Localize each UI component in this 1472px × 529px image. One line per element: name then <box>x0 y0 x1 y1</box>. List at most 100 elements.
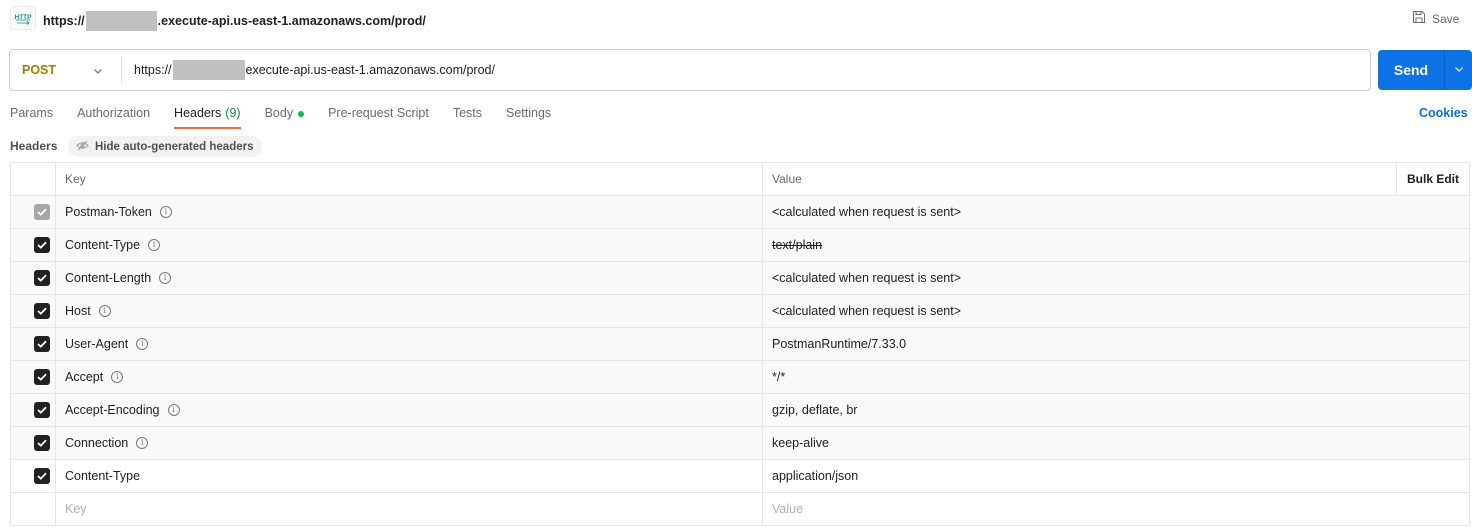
header-value[interactable]: gzip, deflate, br <box>763 394 1469 426</box>
header-value[interactable]: <calculated when request is sent> <box>763 196 1469 228</box>
checkmark-icon <box>37 241 47 249</box>
request-title-bar: HTTP https:// .execute-api.us-east-1.ama… <box>0 0 1472 38</box>
header-value-text: text/plain <box>772 238 823 252</box>
checkmark-icon <box>37 208 47 216</box>
headers-section-label: Headers <box>10 139 58 153</box>
header-key[interactable]: Connection i <box>56 427 763 459</box>
title-url-suffix: .execute-api.us-east-1.amazonaws.com/pro… <box>157 14 426 28</box>
tab-label: Body <box>264 106 294 120</box>
header-key[interactable]: Content-Length i <box>56 262 763 294</box>
cookies-link[interactable]: Cookies <box>1419 106 1468 120</box>
url-bar: POST https:// execute-api.us-east-1.amaz… <box>9 49 1371 91</box>
header-enabled-checkbox[interactable] <box>34 468 50 484</box>
header-enabled-checkbox[interactable] <box>34 435 50 451</box>
header-enabled-checkbox[interactable] <box>34 369 50 385</box>
header-enabled-checkbox[interactable] <box>34 270 50 286</box>
table-row: Connection i keep-alive <box>11 427 1469 460</box>
header-value[interactable]: <calculated when request is sent> <box>763 262 1469 294</box>
header-key-text: Accept <box>65 370 104 384</box>
header-value[interactable]: PostmanRuntime/7.33.0 <box>763 328 1469 360</box>
header-value[interactable]: <calculated when request is sent> <box>763 295 1469 327</box>
table-row: Content-Length i <calculated when request … <box>11 262 1469 295</box>
url-suffix: execute-api.us-east-1.amazonaws.com/prod… <box>245 63 495 77</box>
header-value[interactable]: */* <box>763 361 1469 393</box>
info-icon[interactable]: i <box>159 272 172 284</box>
tab-label: Pre-request Script <box>328 106 429 120</box>
header-value-text: keep-alive <box>772 436 829 450</box>
header-key[interactable]: Accept-Encoding i <box>56 394 763 426</box>
method-select[interactable]: POST <box>10 50 121 90</box>
header-enabled-checkbox[interactable] <box>34 402 50 418</box>
checkbox-cell <box>11 295 56 327</box>
checkbox-cell <box>11 361 56 393</box>
save-button[interactable]: Save <box>1412 10 1459 27</box>
header-key[interactable]: Content-Type <box>56 460 763 492</box>
header-key-text: Content-Type <box>65 238 141 252</box>
header-enabled-checkbox[interactable] <box>34 237 50 253</box>
header-key[interactable]: User-Agent i <box>56 328 763 360</box>
checkbox-cell <box>11 328 56 360</box>
tab-body[interactable]: Body <box>265 98 305 130</box>
checkbox-cell <box>11 262 56 294</box>
info-icon[interactable]: i <box>136 437 149 449</box>
table-row: User-Agent i PostmanRuntime/7.33.0 <box>11 328 1469 361</box>
tab-settings[interactable]: Settings <box>506 98 551 130</box>
tab-tests[interactable]: Tests <box>453 98 482 130</box>
header-value[interactable]: text/plain <box>763 229 1469 261</box>
header-value[interactable]: application/json <box>763 460 1469 492</box>
info-icon[interactable]: i <box>159 206 172 218</box>
tab-params[interactable]: Params <box>10 98 53 130</box>
value-column-header: Value <box>772 172 802 186</box>
header-key[interactable]: Content-Type i <box>56 229 763 261</box>
table-row: Accept i */* <box>11 361 1469 394</box>
info-icon[interactable]: i <box>111 371 124 383</box>
new-value-input[interactable]: Value <box>763 493 1469 525</box>
url-input[interactable]: https:// execute-api.us-east-1.amazonaws… <box>122 50 1370 90</box>
new-header-row: Key Value <box>11 493 1469 526</box>
tab-authorization[interactable]: Authorization <box>77 98 150 130</box>
request-title[interactable]: https:// .execute-api.us-east-1.amazonaw… <box>43 11 426 31</box>
checkbox-cell <box>11 493 56 525</box>
info-icon[interactable]: i <box>136 338 149 350</box>
checkmark-icon <box>37 439 47 447</box>
info-icon[interactable]: i <box>148 239 161 251</box>
table-header-row: Key Value Bulk Edit <box>11 163 1469 196</box>
checkbox-column-header <box>11 163 56 195</box>
table-row: Accept-Encoding i gzip, deflate, br <box>11 394 1469 427</box>
checkmark-icon <box>37 472 47 480</box>
tab-headers[interactable]: Headers (9) <box>174 98 241 130</box>
hide-auto-generated-headers-button[interactable]: Hide auto-generated headers <box>68 136 263 157</box>
table-row: Content-Type i text/plain <box>11 229 1469 262</box>
new-key-input[interactable]: Key <box>56 493 763 525</box>
header-key-text: Content-Length <box>65 271 152 285</box>
tab-pre-request-script[interactable]: Pre-request Script <box>328 98 429 130</box>
key-column-header: Key <box>56 163 763 195</box>
checkbox-cell <box>11 229 56 261</box>
body-indicator-dot <box>298 111 305 117</box>
save-icon <box>1412 10 1426 27</box>
header-key[interactable]: Host i <box>56 295 763 327</box>
header-enabled-checkbox[interactable] <box>34 336 50 352</box>
tab-label: Authorization <box>77 106 151 120</box>
header-key[interactable]: Postman-Token i <box>56 196 763 228</box>
bulk-edit-button[interactable]: Bulk Edit <box>1396 163 1469 195</box>
checkbox-cell <box>11 394 56 426</box>
redacted-block <box>172 60 245 80</box>
header-value[interactable]: keep-alive <box>763 427 1469 459</box>
hide-auto-label: Hide auto-generated headers <box>95 140 254 153</box>
info-icon[interactable]: i <box>98 305 111 317</box>
chevron-down-icon <box>1454 63 1464 77</box>
header-value-text: application/json <box>772 469 859 483</box>
header-value-text: <calculated when request is sent> <box>772 271 962 285</box>
header-key[interactable]: Accept i <box>56 361 763 393</box>
header-enabled-checkbox[interactable] <box>34 303 50 319</box>
header-key-text: Accept-Encoding <box>65 403 160 417</box>
send-button[interactable]: Send <box>1378 50 1444 90</box>
header-key-text: Postman-Token <box>65 205 152 219</box>
info-icon[interactable]: i <box>167 404 180 416</box>
checkbox-cell <box>11 460 56 492</box>
headers-count-badge: (9) <box>225 106 241 120</box>
table-row: Content-Type application/json <box>11 460 1469 493</box>
tab-label: Params <box>10 106 54 120</box>
send-options-dropdown[interactable] <box>1445 50 1472 90</box>
